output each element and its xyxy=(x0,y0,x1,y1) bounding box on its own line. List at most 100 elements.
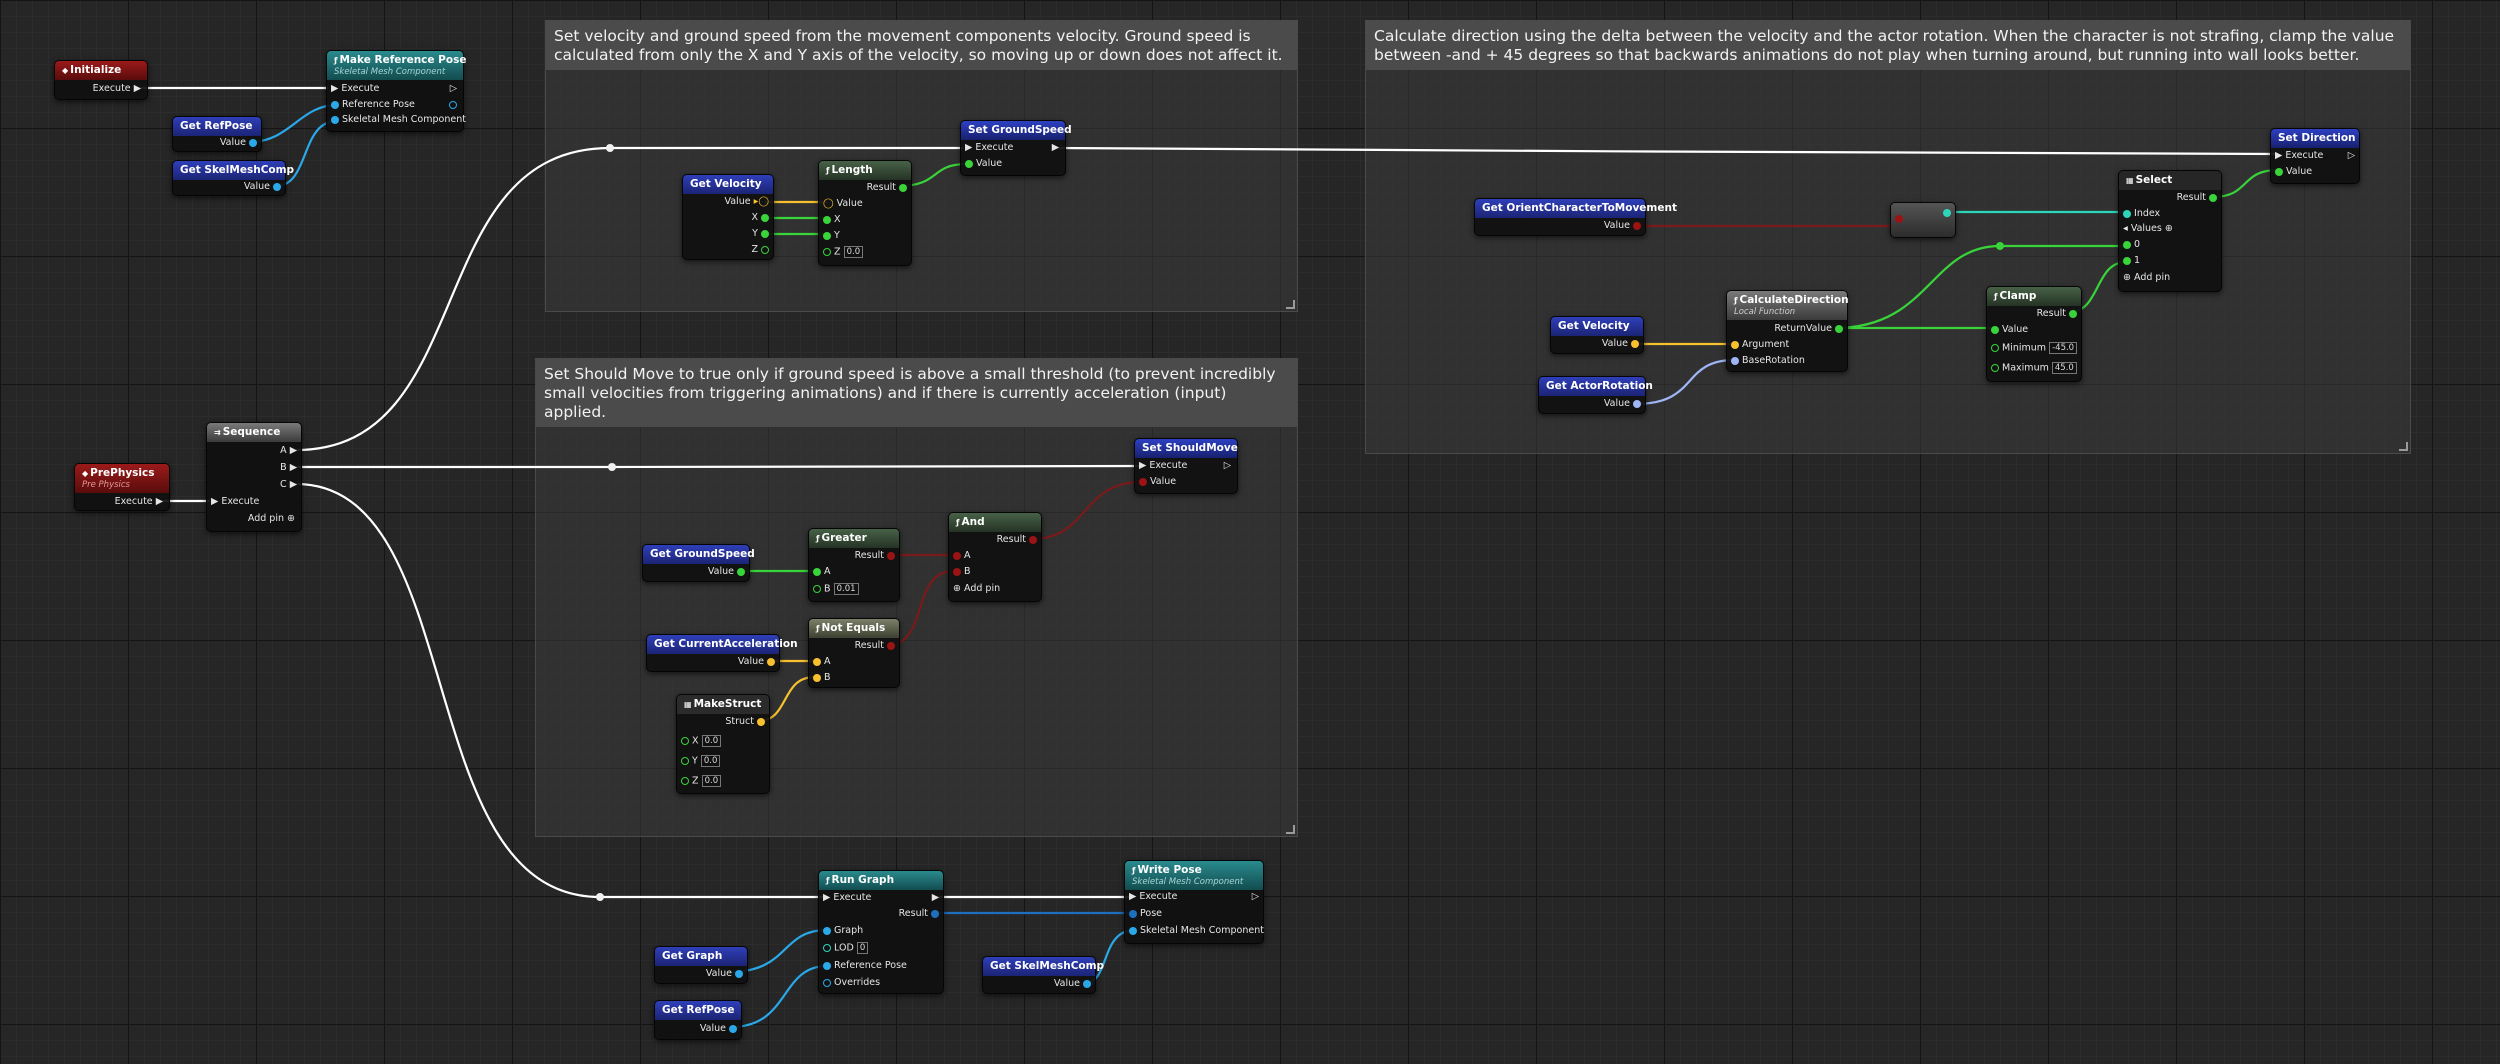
bool-pin-icon[interactable] xyxy=(953,567,961,576)
get-refpose-node[interactable]: Get RefPose Value xyxy=(172,116,262,152)
object-pin-icon[interactable] xyxy=(331,115,339,124)
object-pin-icon[interactable] xyxy=(1129,926,1137,935)
resize-grip[interactable] xyxy=(1286,825,1295,834)
object-pin-icon[interactable] xyxy=(931,909,939,918)
float-pin-icon[interactable] xyxy=(813,585,821,593)
float-pin-icon[interactable] xyxy=(2123,240,2131,249)
makestruct-x-input[interactable]: 0.0 xyxy=(701,735,722,747)
set-shouldmove-node[interactable]: Set ShouldMove ▶ Execute ▷ Value xyxy=(1134,438,1238,494)
float-pin-icon[interactable] xyxy=(681,757,689,765)
bool-pin-icon[interactable] xyxy=(1139,477,1147,486)
sequence-add-pin-label[interactable]: Add pin xyxy=(248,513,284,524)
get-currentacceleration-node[interactable]: Get CurrentAcceleration Value xyxy=(646,634,798,672)
greater-node[interactable]: ƒ Greater Result A B 0.01 xyxy=(808,528,900,602)
float-pin-icon[interactable] xyxy=(761,229,769,238)
not-equals-node[interactable]: ƒ Not Equals Result A B xyxy=(808,618,900,688)
add-pin-icon[interactable]: ⊕ xyxy=(287,513,295,524)
select-values-arrow-icon[interactable]: ◂ xyxy=(2123,223,2128,234)
vector-pin-icon[interactable] xyxy=(813,657,821,666)
write-pose-node[interactable]: ƒ Write Pose Skeletal Mesh Component ▶ Exe… xyxy=(1124,860,1264,944)
rotator-pin-icon[interactable] xyxy=(1633,399,1641,408)
select-node[interactable]: ▦ Select Result Index ◂ Values ⊕ 0 1 ⊕ Ad… xyxy=(2118,170,2222,292)
object-pin-icon[interactable] xyxy=(1129,909,1137,918)
float-pin-icon[interactable] xyxy=(823,248,831,256)
float-pin-icon[interactable] xyxy=(813,567,821,576)
resize-grip[interactable] xyxy=(2399,442,2408,451)
clamp-maximum-input[interactable]: 45.0 xyxy=(2051,362,2077,374)
bool-pin-icon[interactable] xyxy=(1633,221,1641,230)
make-reference-pose-node[interactable]: ƒ Make Reference Pose Skeletal Mesh Compon… xyxy=(326,50,466,132)
comment-direction[interactable]: Calculate direction using the delta betw… xyxy=(1365,20,2411,454)
get-velocity-2-node[interactable]: Get Velocity Value xyxy=(1550,316,1644,354)
calculatedirection-node[interactable]: ƒ CalculateDirection Local Function Return… xyxy=(1726,290,1849,372)
float-pin-icon[interactable] xyxy=(1991,325,1999,334)
resize-grip[interactable] xyxy=(1286,300,1295,309)
makestruct-node[interactable]: ▦ MakeStruct Struct X 0.0 Y 0.0 Z 0.0 xyxy=(676,694,770,794)
comment-velocity[interactable]: Set velocity and ground speed from the m… xyxy=(545,20,1298,312)
exec-pin-icon[interactable]: ▶ xyxy=(1139,460,1146,471)
makestruct-z-input[interactable]: 0.0 xyxy=(701,775,722,787)
float-pin-icon[interactable] xyxy=(2209,193,2217,202)
reroute-node[interactable] xyxy=(1996,242,2004,250)
object-pin-icon[interactable] xyxy=(735,969,743,978)
object-pin-icon[interactable] xyxy=(331,100,339,109)
exec-pin-icon[interactable]: ▶ xyxy=(2275,150,2282,161)
run-graph-lod-input[interactable]: 0 xyxy=(856,942,869,954)
float-pin-icon[interactable] xyxy=(823,231,831,240)
length-node[interactable]: ƒ Length Result ◯ Value X Y Z 0.0 xyxy=(818,160,912,266)
vector-pin-icon[interactable] xyxy=(813,673,821,682)
exec-pin-icon[interactable]: ▶ xyxy=(211,496,218,507)
exec-pin-icon[interactable]: ▶ xyxy=(290,445,297,456)
float-pin-icon[interactable] xyxy=(1991,364,1999,372)
float-pin-icon[interactable] xyxy=(1835,324,1843,333)
set-groundspeed-node[interactable]: Set GroundSpeed ▶ Execute ▶ Value xyxy=(960,120,1072,176)
exec-pin-icon[interactable]: ▶ xyxy=(134,83,141,94)
int-pin-icon[interactable] xyxy=(823,944,831,952)
exec-out-pin-icon[interactable]: ▶ xyxy=(932,892,939,903)
rotator-pin-icon[interactable] xyxy=(1731,356,1739,365)
bool-pin-icon[interactable] xyxy=(953,551,961,560)
float-pin-icon[interactable] xyxy=(2275,167,2283,176)
object-out-pin-icon[interactable] xyxy=(449,100,457,109)
float-pin-icon[interactable] xyxy=(965,159,973,168)
exec-out-pin-icon[interactable]: ▷ xyxy=(2348,150,2355,161)
object-pin-icon[interactable] xyxy=(249,138,257,147)
get-velocity-node[interactable]: Get Velocity Value ▸◯ X Y Z xyxy=(682,174,774,260)
clamp-node[interactable]: ƒ Clamp Result Value Minimum -45.0 Maximu… xyxy=(1986,286,2082,382)
float-pin-icon[interactable] xyxy=(1991,344,1999,352)
get-groundspeed-node[interactable]: Get GroundSpeed Value xyxy=(642,544,755,582)
exec-out-pin-icon[interactable]: ▷ xyxy=(1252,891,1259,902)
exec-pin-icon[interactable]: ▶ xyxy=(331,83,338,94)
clamp-minimum-input[interactable]: -45.0 xyxy=(2049,342,2078,354)
length-z-input[interactable]: 0.0 xyxy=(843,246,864,258)
exec-pin-icon[interactable]: ▶ xyxy=(823,892,830,903)
run-graph-node[interactable]: ƒ Run Graph ▶ Execute ▶ Result Graph LOD … xyxy=(818,870,944,994)
vector-pin-icon[interactable] xyxy=(1731,340,1739,349)
object-pin-icon[interactable] xyxy=(273,182,281,191)
object-pin-icon[interactable] xyxy=(823,961,831,970)
float-pin-icon[interactable] xyxy=(823,215,831,224)
get-graph-node[interactable]: Get Graph Value xyxy=(654,946,748,984)
float-pin-icon[interactable] xyxy=(761,213,769,222)
vector-pin-icon[interactable] xyxy=(757,717,765,726)
get-actorrotation-node[interactable]: Get ActorRotation Value xyxy=(1538,376,1653,414)
bool-to-int-conversion-node[interactable] xyxy=(1890,202,1956,238)
initialize-event-node[interactable]: ◆ Initialize Execute ▶ xyxy=(54,60,148,100)
and-add-pin-label[interactable]: Add pin xyxy=(964,583,1000,594)
vector-pin-icon[interactable] xyxy=(1631,339,1639,348)
exec-pin-icon[interactable]: ▶ xyxy=(156,496,163,507)
set-direction-node[interactable]: Set Direction ▶ Execute ▷ Value xyxy=(2270,128,2360,184)
reroute-node[interactable] xyxy=(608,463,616,471)
get-skelmeshcomp-node[interactable]: Get SkelMeshComp Value xyxy=(172,160,294,196)
prephysics-event-node[interactable]: ◆ PrePhysics Pre Physics Execute ▶ xyxy=(74,463,170,511)
object-pin-icon[interactable] xyxy=(1083,979,1091,988)
float-pin-icon[interactable] xyxy=(737,567,745,576)
float-pin-icon[interactable] xyxy=(681,777,689,785)
vector-pin-icon[interactable] xyxy=(767,657,775,666)
reroute-node[interactable] xyxy=(596,893,604,901)
add-pin-icon[interactable]: ⊕ xyxy=(953,583,961,594)
float-pin-icon[interactable] xyxy=(2069,309,2077,318)
bool-pin-icon[interactable] xyxy=(1895,214,1903,223)
exec-pin-icon[interactable]: ▶ xyxy=(1129,891,1136,902)
exec-out-pin-icon[interactable]: ▷ xyxy=(450,83,457,94)
